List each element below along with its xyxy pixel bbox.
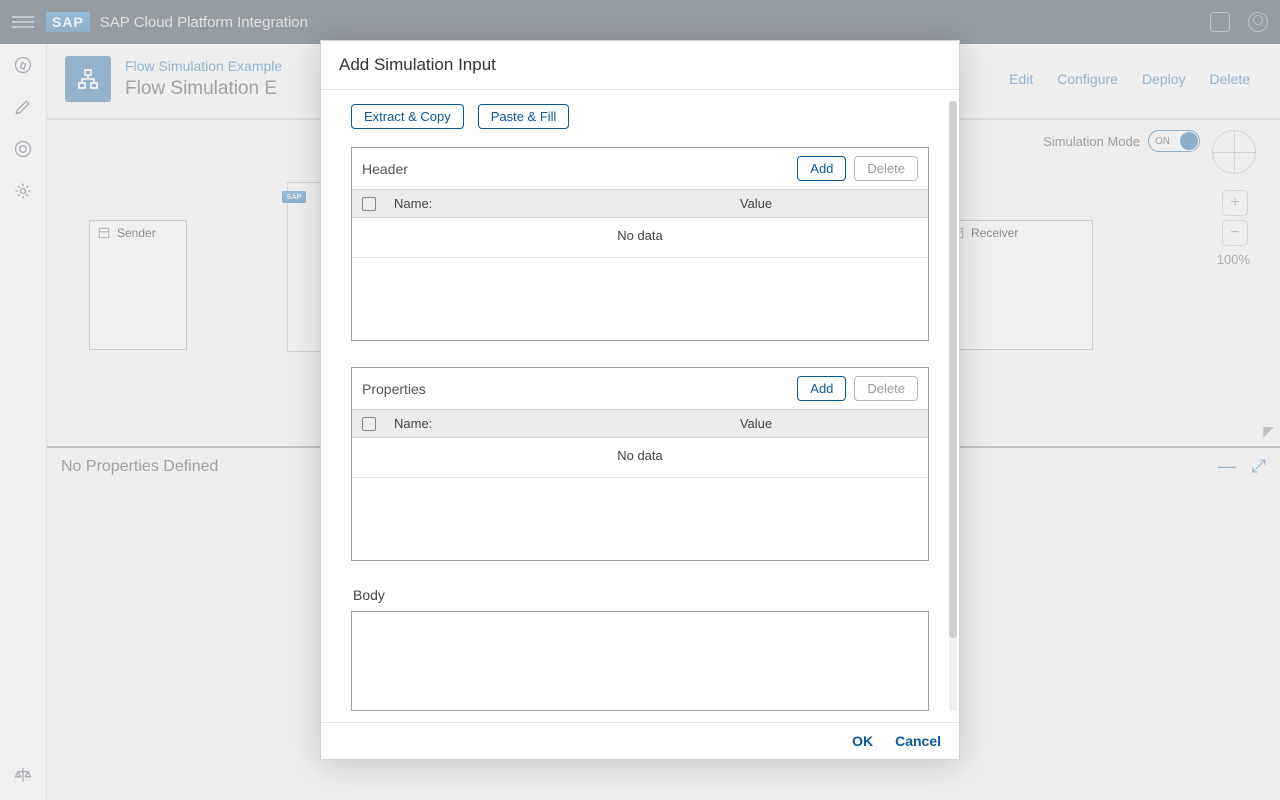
props-nodata: No data (352, 438, 928, 478)
properties-section-title: Properties (362, 381, 426, 397)
header-add-button[interactable]: Add (797, 156, 846, 181)
dialog-title: Add Simulation Input (321, 41, 959, 90)
header-table-head: Name: Value (352, 189, 928, 218)
props-table-head: Name: Value (352, 409, 928, 438)
header-section-title: Header (362, 161, 408, 177)
header-select-all-checkbox[interactable] (362, 197, 376, 211)
extract-copy-button[interactable]: Extract & Copy (351, 104, 464, 129)
properties-section: Properties Add Delete Name: Value No dat… (351, 367, 929, 561)
props-select-all-checkbox[interactable] (362, 417, 376, 431)
props-col-value: Value (594, 416, 918, 431)
header-col-value: Value (594, 196, 918, 211)
body-textarea[interactable] (351, 611, 929, 711)
add-simulation-input-dialog: Add Simulation Input Extract & Copy Past… (320, 40, 960, 760)
cancel-button[interactable]: Cancel (895, 733, 941, 749)
ok-button[interactable]: OK (852, 733, 873, 749)
body-label: Body (353, 587, 929, 603)
paste-fill-button[interactable]: Paste & Fill (478, 104, 570, 129)
header-nodata: No data (352, 218, 928, 258)
header-col-name: Name: (394, 196, 594, 211)
props-add-button[interactable]: Add (797, 376, 846, 401)
header-delete-button[interactable]: Delete (854, 156, 918, 181)
props-col-name: Name: (394, 416, 594, 431)
props-delete-button[interactable]: Delete (854, 376, 918, 401)
header-section: Header Add Delete Name: Value No data (351, 147, 929, 341)
dialog-scrollbar[interactable] (949, 101, 957, 711)
